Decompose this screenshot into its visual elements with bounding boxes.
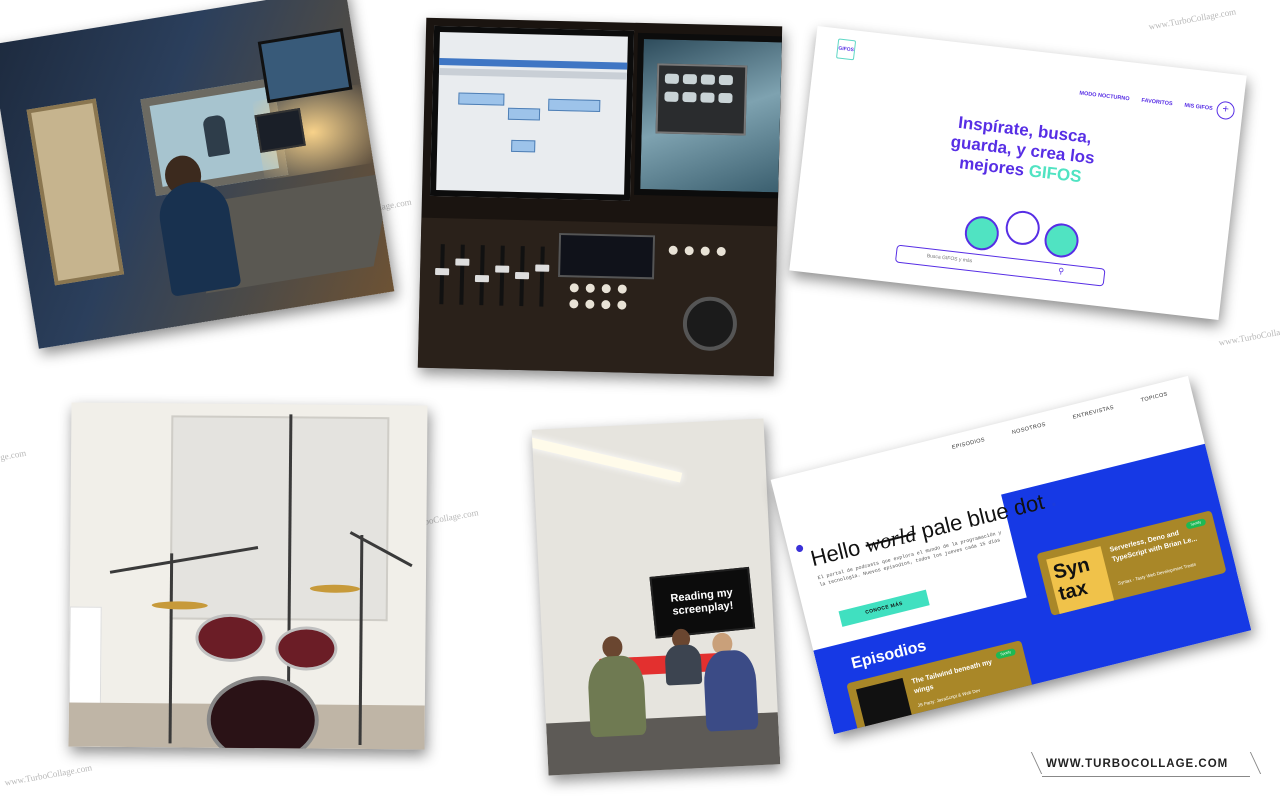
reading-room-photo: Reading my screenplay!: [531, 418, 781, 776]
watermark: www.TurboCollage.com: [3, 762, 93, 788]
spotify-badge: Spotify: [995, 647, 1017, 660]
pad-grid: [558, 233, 656, 280]
search-placeholder: Busca GIFOS y más: [926, 253, 973, 265]
studio-door: [26, 98, 125, 286]
watermark: www.TurboCollage.com: [1217, 322, 1280, 348]
search-icon: ⚲: [1057, 266, 1065, 276]
brand-text: WWW.TURBOCOLLAGE.COM: [1046, 758, 1229, 770]
episode-subtitle: Syntax - Tasty Web Development Treats: [1117, 561, 1197, 586]
add-gif-icon: +: [1215, 100, 1236, 121]
daw-monitor: [429, 25, 635, 201]
nav-mis-gifos: MIS GIFOS: [1184, 102, 1213, 112]
nav-favoritos: FAVORITOS: [1141, 97, 1173, 108]
podcast-website-photo: EPISODIOS NOSOTROS ENTREVISTAS TOPICOS H…: [770, 375, 1252, 735]
podcast-nav: EPISODIOS NOSOTROS ENTREVISTAS TOPICOS: [951, 391, 1168, 451]
nav-entrevistas: ENTREVISTAS: [1072, 404, 1115, 421]
kick-drum: [206, 675, 320, 750]
sound-engineer: [154, 177, 242, 297]
gifos-website-photo: GIFOS MODO NOCTURNO FAVORITOS MIS GIFOS …: [789, 25, 1247, 321]
turbocollage-brand: WWW.TURBOCOLLAGE.COM: [1030, 752, 1262, 780]
gifos-logo: GIFOS: [835, 38, 857, 61]
conoce-mas-button: CONOCE MÁS: [838, 589, 930, 627]
drum-room-photo: [68, 402, 428, 750]
tv-screen: Reading my screenplay!: [649, 566, 756, 639]
plugin-monitor: [634, 32, 783, 199]
gifos-hero-title: Inspírate, busca, guarda, y crea los mej…: [949, 112, 1096, 187]
watermark: www.TurboCollage.com: [1147, 6, 1237, 32]
gifos-nav: MODO NOCTURNO FAVORITOS MIS GIFOS: [1079, 91, 1213, 112]
watermark: ge.com: [0, 447, 27, 463]
nav-nosotros: NOSOTROS: [1011, 421, 1047, 437]
nav-episodios: EPISODIOS: [951, 436, 986, 451]
episode-title: The Tailwind beneath my wings: [910, 658, 993, 696]
nav-modo-nocturno: MODO NOCTURNO: [1079, 90, 1130, 103]
control-room-photo: [0, 0, 395, 349]
watermark: boCollage.com: [423, 507, 480, 527]
site-logo-icon: [795, 544, 804, 553]
episode-art: JS PARTY: [855, 677, 915, 735]
daw-controller-photo: [417, 17, 783, 377]
nav-topicos: TOPICOS: [1140, 391, 1169, 404]
monitor: [254, 107, 306, 153]
